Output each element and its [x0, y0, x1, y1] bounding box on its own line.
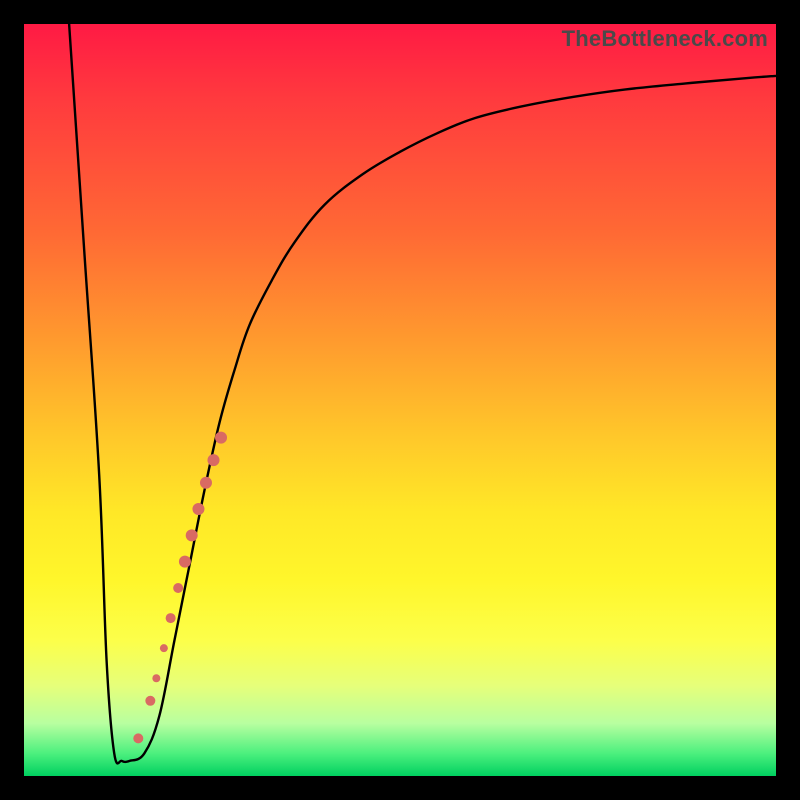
highlight-dot — [186, 529, 198, 541]
highlight-dot — [166, 613, 176, 623]
highlight-dot — [192, 503, 204, 515]
bottleneck-curve-path — [69, 24, 776, 763]
plot-area: TheBottleneck.com — [24, 24, 776, 776]
highlight-dot — [145, 696, 155, 706]
highlight-dot — [173, 583, 183, 593]
highlight-dot — [152, 674, 160, 682]
highlight-dot — [179, 556, 191, 568]
highlight-markers — [133, 432, 227, 744]
highlight-dot — [133, 733, 143, 743]
highlight-dot — [215, 432, 227, 444]
highlight-dot — [200, 477, 212, 489]
highlight-dot — [208, 454, 220, 466]
chart-overlay — [24, 24, 776, 776]
highlight-dot — [160, 644, 168, 652]
bottleneck-curve — [69, 24, 776, 763]
chart-frame: TheBottleneck.com — [0, 0, 800, 800]
